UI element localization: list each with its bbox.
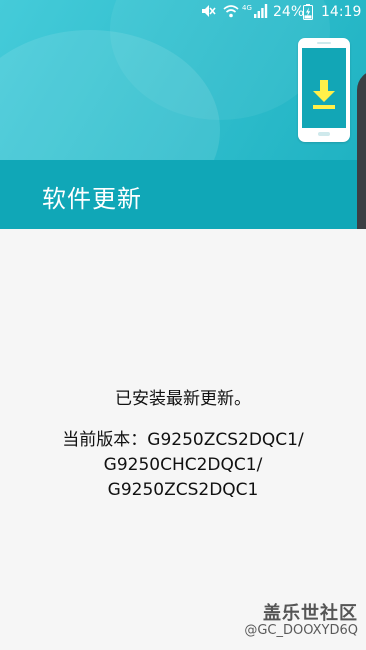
version-line: 当前版本：G9250ZCS2DQC1/ [62, 430, 304, 450]
content-area: 已安装最新更新。 当前版本：G9250ZCS2DQC1/ G9250CHC2DQ… [0, 229, 366, 650]
mute-icon [202, 5, 216, 17]
clock: 14:19 [321, 4, 362, 20]
update-status-message: 已安装最新更新。 [115, 389, 251, 409]
phone-home-button [318, 132, 330, 136]
version-line: G9250ZCS2DQC1 [107, 480, 259, 500]
status-bar: 4G 24% 14:19 [0, 0, 366, 24]
phone-screen [302, 48, 346, 128]
download-icon [313, 80, 335, 109]
network-type-label: 4G [242, 4, 252, 12]
version-line: G9250CHC2DQC1/ [103, 455, 263, 475]
watermark-brand: 盖乐世社区 [263, 603, 358, 624]
battery-percentage: 24% [273, 4, 305, 20]
device-edge-illustration [357, 70, 366, 229]
watermark-user: @GC_DOOXYD6Q [244, 623, 358, 638]
phone-speaker [317, 42, 331, 44]
current-version-info: 当前版本：G9250ZCS2DQC1/ G9250CHC2DQC1/ G9250… [0, 428, 366, 503]
signal-icon [254, 4, 268, 18]
header: 软件更新 [0, 0, 366, 229]
page-title: 软件更新 [42, 185, 142, 213]
battery-charging-icon [303, 4, 313, 20]
phone-illustration [298, 38, 350, 142]
wifi-icon [223, 5, 239, 18]
